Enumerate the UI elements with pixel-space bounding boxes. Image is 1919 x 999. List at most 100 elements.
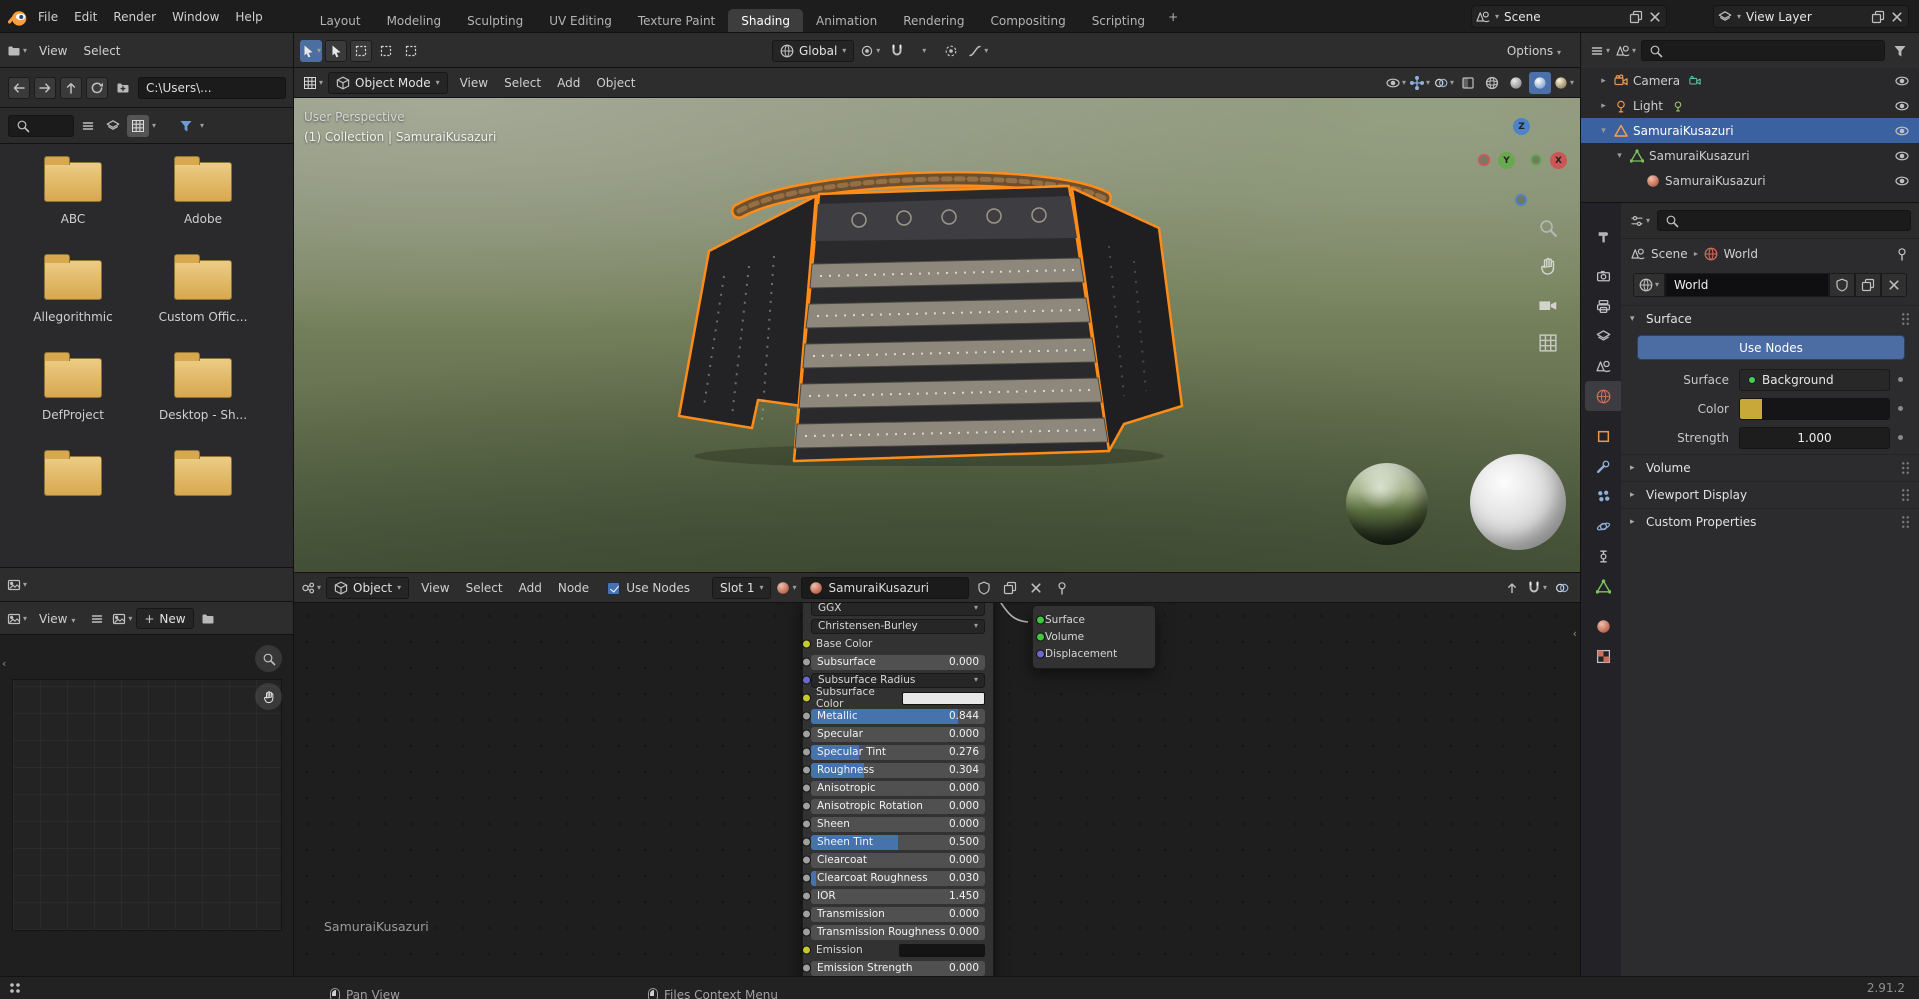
bsdf-row-roughness[interactable]: Roughness 0.304 bbox=[802, 762, 985, 778]
bsdf-row-subsurface[interactable]: Subsurface 0.000 bbox=[802, 654, 985, 670]
folder-item-adobe[interactable]: Adobe bbox=[148, 156, 258, 226]
display-mode-button[interactable]: ▾ bbox=[1615, 40, 1637, 62]
display-thumbnails-button[interactable] bbox=[127, 115, 149, 137]
forward-button[interactable] bbox=[34, 77, 56, 99]
properties-tab-data[interactable] bbox=[1585, 571, 1621, 601]
properties-tab-particles[interactable] bbox=[1585, 481, 1621, 511]
armor-object[interactable] bbox=[654, 166, 1194, 466]
collapsed-menus-button[interactable] bbox=[86, 608, 108, 630]
color-swatch[interactable] bbox=[899, 943, 985, 957]
shader-menu-select[interactable]: Select bbox=[458, 578, 511, 598]
view-layer-selector[interactable]: ▾ View Layer bbox=[1712, 5, 1909, 28]
principled-bsdf-node[interactable]: GGX ▾ Christensen-Burley ▾ Base Color Subsurf… bbox=[802, 603, 994, 977]
breadcrumb-scene[interactable]: Scene bbox=[1651, 247, 1688, 261]
folder-item-custom-offic[interactable]: Custom Offic... bbox=[148, 254, 258, 324]
topbar-menu-window[interactable]: Window bbox=[164, 7, 227, 27]
color-socket[interactable] bbox=[802, 639, 811, 649]
float-socket[interactable] bbox=[802, 909, 811, 919]
color-socket[interactable] bbox=[802, 693, 811, 703]
browse-image-button[interactable]: ▾ bbox=[111, 608, 133, 630]
vector-socket[interactable] bbox=[1036, 649, 1045, 658]
path-field[interactable]: C:\Users\... bbox=[138, 77, 286, 99]
select-box-button[interactable] bbox=[350, 39, 372, 62]
proportional-falloff-button[interactable]: ▾ bbox=[967, 40, 989, 62]
float-socket[interactable] bbox=[802, 819, 811, 829]
show-gizmo-button[interactable]: ▾ bbox=[1409, 72, 1431, 94]
tab-animation[interactable]: Animation bbox=[803, 9, 890, 33]
file-browser-files[interactable]: ABC Adobe Allegorithmic Custom Offic... DefP… bbox=[0, 143, 295, 569]
pan-gizmo[interactable] bbox=[255, 683, 282, 710]
world-name-field[interactable]: World bbox=[1665, 273, 1829, 297]
animate-decorator[interactable] bbox=[1898, 406, 1903, 411]
bsdf-row-transmission-roughness[interactable]: Transmission Roughness 0.000 bbox=[802, 924, 985, 940]
topbar-menu-render[interactable]: Render bbox=[105, 7, 164, 27]
bsdf-row-transmission[interactable]: Transmission 0.000 bbox=[802, 906, 985, 922]
pivot-point-button[interactable]: ▾ bbox=[859, 40, 881, 62]
viewport-camera-icon[interactable] bbox=[1538, 295, 1558, 315]
folder-item-allegorithmic[interactable]: Allegorithmic bbox=[18, 254, 128, 324]
bsdf-row-base-color[interactable]: Base Color bbox=[802, 637, 985, 653]
strength-value-field[interactable]: 1.000 bbox=[1739, 426, 1890, 449]
scene-name[interactable]: Scene bbox=[1504, 10, 1624, 24]
bsdf-row-ggx[interactable]: GGX ▾ bbox=[811, 603, 985, 616]
fake-user-button[interactable] bbox=[973, 577, 995, 599]
region-expand-arrow[interactable]: ‹ bbox=[2, 657, 6, 670]
folder-item-defproject[interactable]: DefProject bbox=[18, 352, 128, 422]
outliner-filter-button[interactable] bbox=[1889, 40, 1911, 62]
snap-settings-button[interactable]: ▾ bbox=[913, 40, 935, 62]
panel-drag-handle[interactable] bbox=[1901, 312, 1910, 326]
bsdf-row-sheen[interactable]: Sheen 0.000 bbox=[802, 816, 985, 832]
outliner-search-input[interactable] bbox=[1641, 40, 1885, 61]
float-socket[interactable] bbox=[802, 711, 811, 721]
properties-tab-render[interactable] bbox=[1585, 261, 1621, 291]
shading-material-preview-button[interactable] bbox=[1529, 72, 1551, 94]
file-browser-menu-view[interactable]: View bbox=[31, 41, 75, 61]
disclosure-icon[interactable]: ▾ bbox=[1598, 126, 1609, 136]
outliner-row-camera[interactable]: ▸ Camera bbox=[1581, 68, 1919, 93]
scene-selector[interactable]: ▾ Scene bbox=[1470, 5, 1667, 28]
shader-menu-view[interactable]: View bbox=[413, 578, 457, 598]
show-overlays-button[interactable]: ▾ bbox=[1433, 72, 1455, 94]
image-view-menu[interactable]: View ▾ bbox=[31, 609, 83, 629]
new-scene-icon[interactable] bbox=[1629, 10, 1643, 24]
bsdf-row-clearcoat-roughness[interactable]: Clearcoat Roughness 0.030 bbox=[802, 870, 985, 886]
up-button[interactable] bbox=[60, 77, 82, 99]
viewport-pan-icon[interactable] bbox=[1538, 256, 1558, 276]
panel-header-custom-properties[interactable]: ▸ Custom Properties bbox=[1621, 508, 1919, 535]
axis-z-ball[interactable]: Z bbox=[1513, 118, 1530, 135]
use-nodes-checkbox[interactable]: Use Nodes bbox=[607, 581, 690, 595]
viewport-menu-select[interactable]: Select bbox=[496, 73, 549, 93]
properties-tab-constraints[interactable] bbox=[1585, 541, 1621, 571]
bsdf-row-specular[interactable]: Specular 0.000 bbox=[802, 726, 985, 742]
shader-socket[interactable] bbox=[1036, 632, 1045, 641]
shader-socket[interactable] bbox=[1036, 615, 1045, 624]
outliner-row-mesh-object[interactable]: ▾ SamuraiKusazuri bbox=[1581, 118, 1919, 143]
refresh-button[interactable] bbox=[86, 77, 108, 99]
bsdf-row-ior[interactable]: IOR 1.450 bbox=[802, 888, 985, 904]
filter-options-chevron[interactable]: ▾ bbox=[200, 122, 204, 130]
float-socket[interactable] bbox=[802, 783, 811, 793]
snap-toggle-button[interactable] bbox=[886, 40, 908, 62]
new-view-layer-icon[interactable] bbox=[1871, 10, 1885, 24]
blender-logo-icon[interactable] bbox=[8, 7, 28, 27]
properties-tab-world[interactable] bbox=[1585, 381, 1621, 411]
bsdf-row-emission-strength[interactable]: Emission Strength 0.000 bbox=[802, 960, 985, 976]
axis-neg-x-ball[interactable] bbox=[1478, 154, 1490, 166]
axis-x-ball[interactable]: X bbox=[1550, 152, 1567, 169]
float-socket[interactable] bbox=[802, 729, 811, 739]
viewport-zoom-icon[interactable] bbox=[1538, 218, 1558, 238]
shading-wireframe-button[interactable] bbox=[1481, 72, 1503, 94]
outliner-row-mesh-data[interactable]: ▾ SamuraiKusazuri bbox=[1581, 143, 1919, 168]
bsdf-row-emission[interactable]: Emission bbox=[802, 943, 985, 959]
disclosure-icon[interactable]: ▾ bbox=[1614, 151, 1625, 161]
tab-layout[interactable]: Layout bbox=[307, 9, 374, 33]
axis-neg-y-ball[interactable] bbox=[1530, 154, 1542, 166]
active-tool-button[interactable]: ▾ bbox=[300, 39, 322, 62]
properties-tab-material[interactable] bbox=[1585, 611, 1621, 641]
xray-toggle-button[interactable] bbox=[1457, 72, 1479, 94]
axis-neg-z-ball[interactable] bbox=[1515, 194, 1527, 206]
display-size-chevron[interactable]: ▾ bbox=[152, 122, 156, 130]
editor-type-button[interactable]: ▾ bbox=[6, 40, 28, 62]
bsdf-row-christensen-burley[interactable]: Christensen-Burley ▾ bbox=[811, 618, 985, 634]
properties-tab-viewlayer[interactable] bbox=[1585, 321, 1621, 351]
